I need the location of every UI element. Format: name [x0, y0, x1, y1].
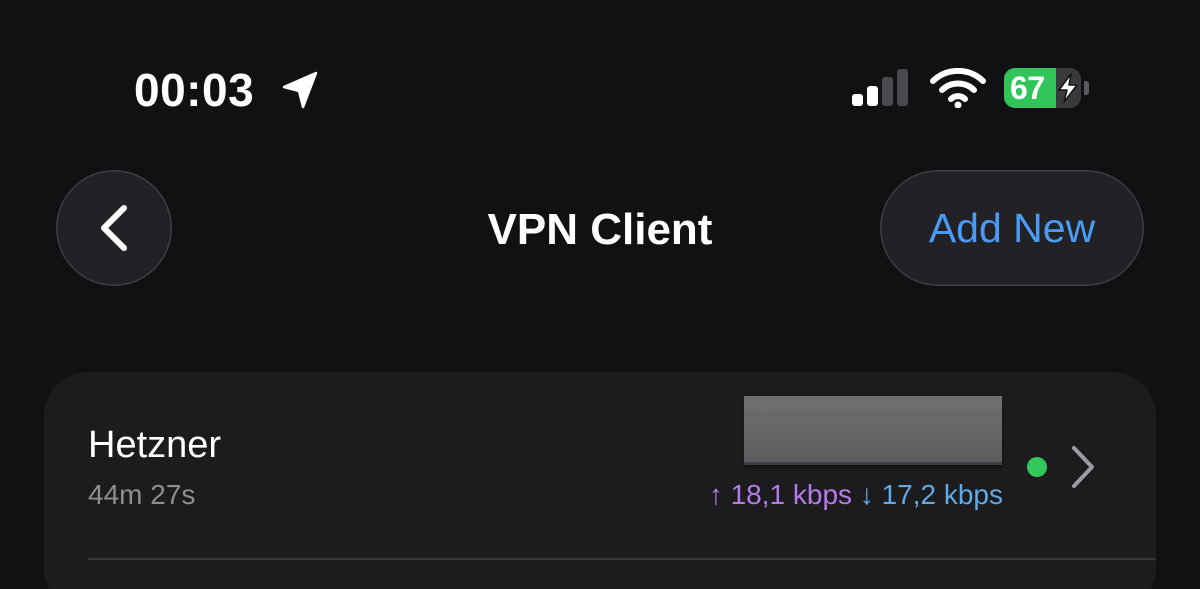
- download-speed: ↓ 17,2 kbps: [859, 479, 1003, 510]
- connection-speeds: ↑ 18,1 kbps ↓ 17,2 kbps: [709, 478, 1003, 512]
- status-time: 00:03: [134, 64, 255, 116]
- upload-speed: ↑ 18,1 kbps: [708, 479, 853, 510]
- back-button[interactable]: [56, 170, 172, 286]
- cellular-signal-icon: [852, 69, 908, 106]
- location-arrow-icon: [282, 71, 318, 109]
- battery-body: 67: [1004, 68, 1081, 108]
- connection-name: Hetzner: [88, 424, 222, 466]
- add-new-button[interactable]: Add New: [880, 170, 1144, 286]
- connection-row-hetzner[interactable]: Hetzner 44m 27s ↑ 18,1 kbps ↓ 17,2 kbps: [44, 372, 1156, 558]
- wifi-icon: [930, 68, 986, 108]
- row-divider: [88, 558, 1156, 560]
- status-bar: 00:03 67: [0, 0, 1200, 140]
- connections-card: Hetzner 44m 27s ↑ 18,1 kbps ↓ 17,2 kbps: [44, 372, 1156, 589]
- connected-status-dot: [1027, 457, 1047, 477]
- charging-bolt-icon: [1058, 73, 1078, 103]
- chevron-right-icon: [1072, 446, 1094, 488]
- battery-percent: 67: [1010, 70, 1045, 106]
- battery-indicator: 67: [1004, 68, 1092, 108]
- page-title: VPN Client: [487, 205, 713, 254]
- chevron-left-icon: [101, 205, 127, 251]
- redacted-block: [744, 396, 1002, 465]
- connection-duration: 44m 27s: [88, 479, 196, 510]
- battery-cap: [1084, 81, 1089, 95]
